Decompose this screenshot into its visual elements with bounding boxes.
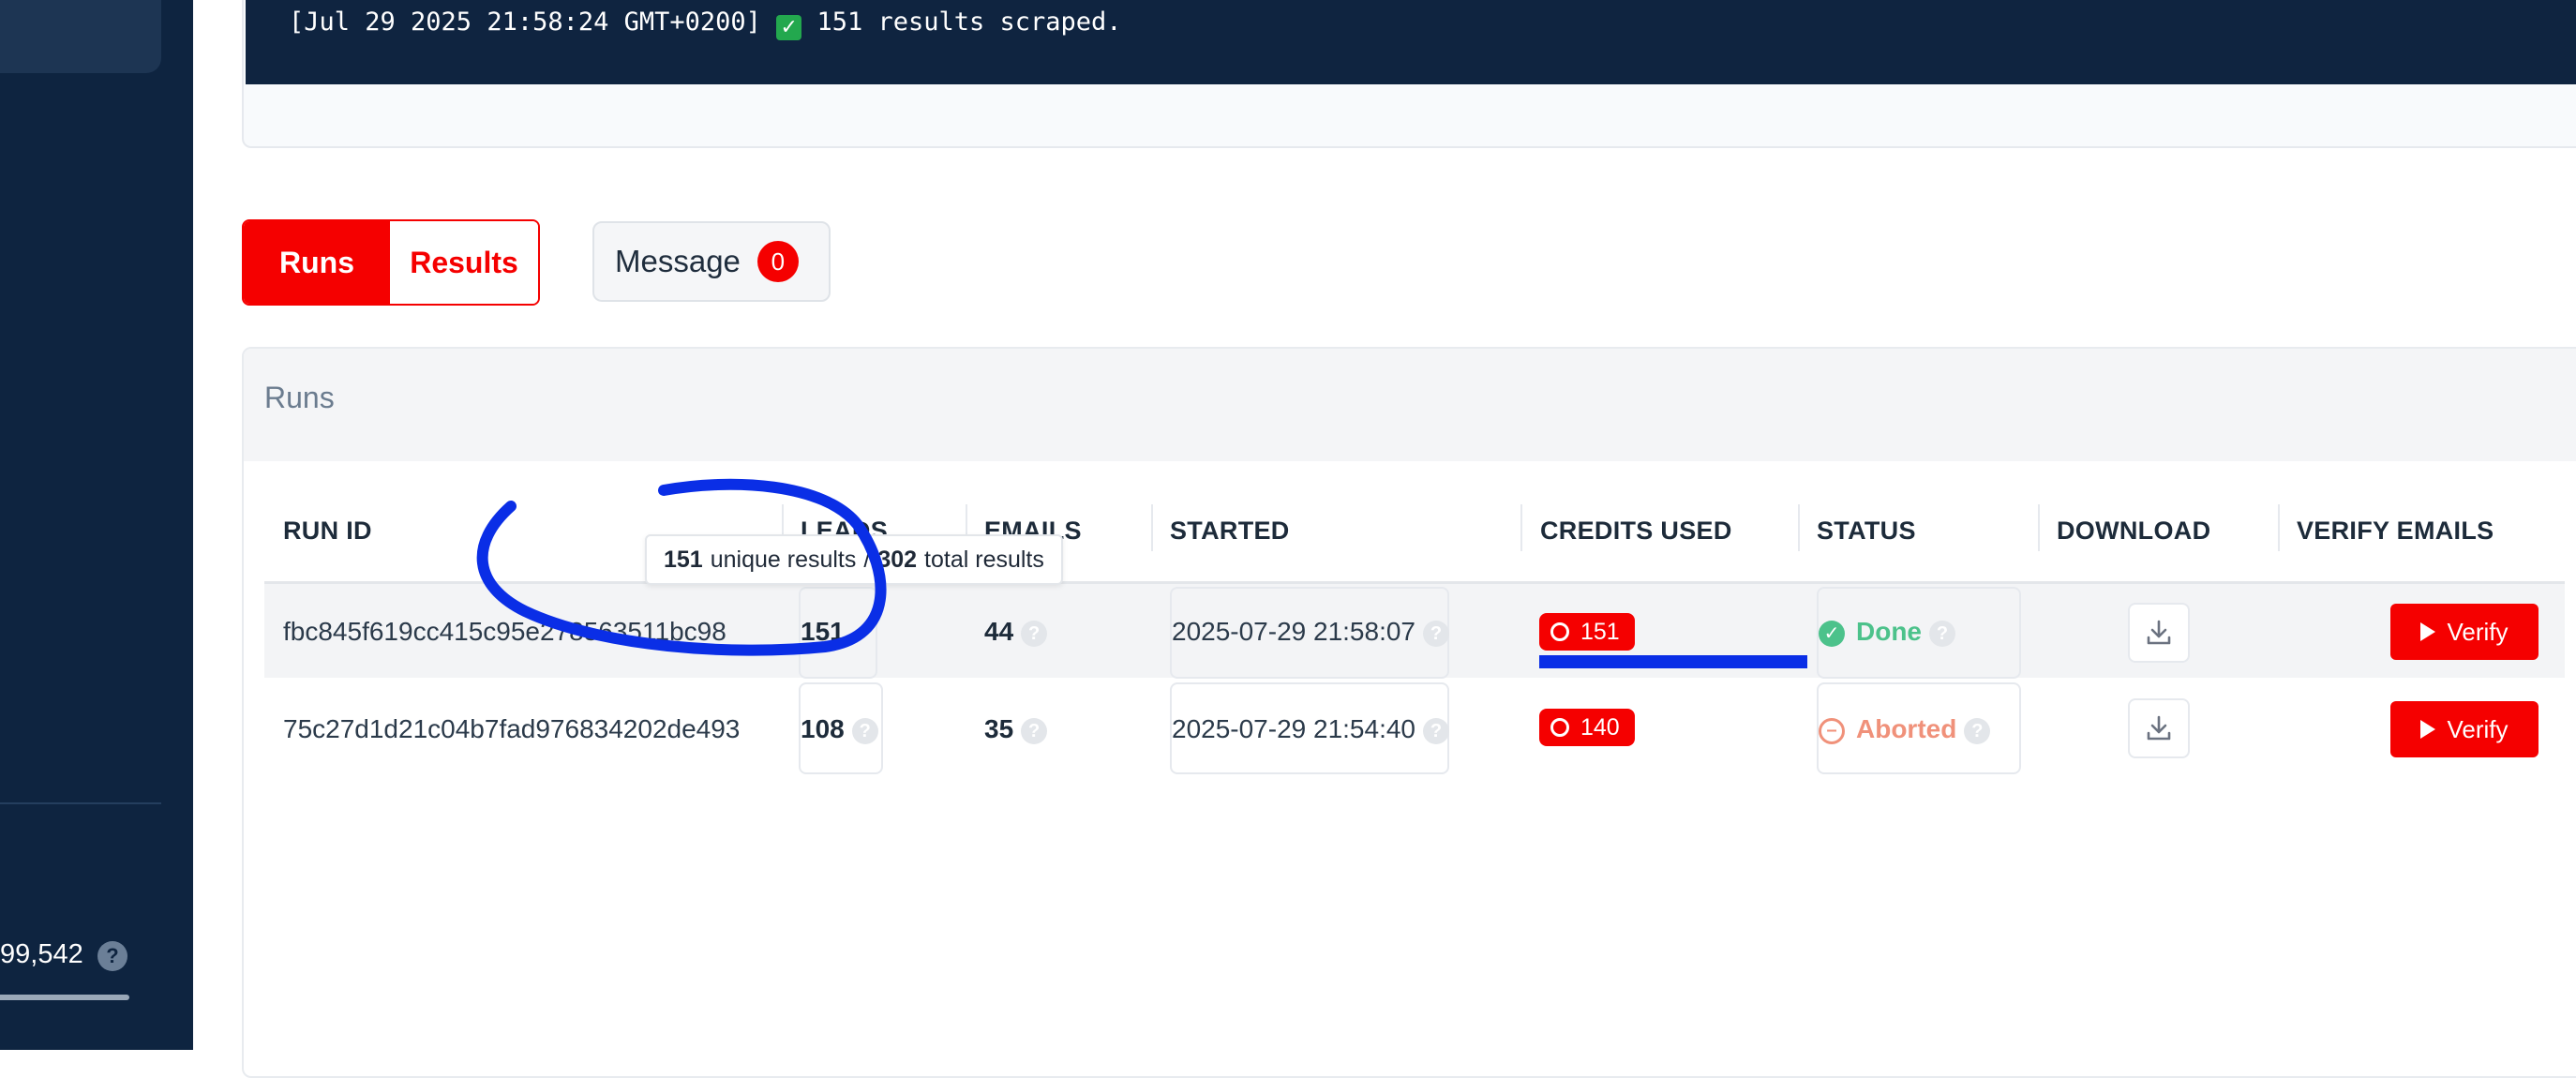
message-button[interactable]: Message 0 [592, 221, 831, 302]
verify-button[interactable]: Verify [2390, 604, 2539, 660]
column-header-status: STATUS [1817, 517, 1916, 545]
log-line: [Jul 29 2025 21:58:24 GMT+0200] ✓ 151 re… [289, 7, 1122, 40]
play-icon [2420, 720, 2436, 739]
column-header-credits-used: CREDITS USED [1540, 517, 1732, 545]
question-icon[interactable]: ? [1423, 620, 1449, 647]
tooltip-total-label: total results [924, 546, 1044, 573]
run-id-cell[interactable]: 75c27d1d21c04b7fad976834202de493 [283, 714, 740, 744]
credits-badge: 151 [1539, 613, 1635, 651]
started-value: 2025-07-29 21:54:40 [1172, 714, 1415, 743]
log-message: 151 results scraped. [816, 7, 1122, 37]
check-icon: ✓ [776, 15, 802, 40]
sidebar-stat-value: 99,542 [0, 939, 83, 969]
runs-panel-header: Runs [244, 349, 2576, 461]
runs-panel-title: Runs [264, 381, 335, 414]
status-value: Done [1856, 617, 1922, 646]
status-cell: – Aborted? [1819, 714, 1991, 744]
started-value: 2025-07-29 21:58:07 [1172, 617, 1415, 646]
question-icon[interactable]: ? [1021, 717, 1048, 744]
minus-circle-icon: – [1819, 717, 1845, 744]
download-button[interactable] [2128, 698, 2190, 758]
download-icon [2147, 715, 2171, 741]
tooltip-unique-label: unique results [710, 546, 857, 573]
verify-label: Verify [2447, 714, 2509, 743]
message-count-badge: 0 [756, 241, 799, 282]
credits-value: 151 [1580, 618, 1620, 645]
column-separator [2038, 504, 2040, 551]
leads-value: 151 [801, 617, 845, 646]
column-separator [1520, 504, 1522, 551]
emails-cell: 44? [984, 617, 1048, 647]
tooltip-total-count: 302 [877, 546, 918, 573]
play-icon [2420, 622, 2436, 641]
column-separator [2278, 504, 2280, 551]
credits-badge: 140 [1539, 709, 1635, 746]
leads-value: 108 [801, 714, 845, 743]
download-button[interactable] [2128, 603, 2190, 663]
column-separator [1798, 504, 1800, 551]
view-toggle: Runs Results [242, 219, 540, 306]
coin-icon [1550, 718, 1569, 737]
sidebar-card[interactable] [0, 0, 161, 73]
question-icon[interactable]: ? [851, 717, 878, 744]
status-value: Aborted [1856, 714, 1957, 743]
leads-cell: 108? [801, 714, 878, 744]
column-header-run-id: RUN ID [283, 517, 372, 545]
log-timestamp: [Jul 29 2025 21:58:24 GMT+0200] [289, 7, 761, 37]
emails-cell: 35? [984, 714, 1048, 744]
column-separator [1151, 504, 1153, 551]
leads-cell: 151 [801, 617, 845, 647]
column-header-started: STARTED [1170, 517, 1290, 545]
coin-icon [1550, 622, 1569, 641]
credits-value: 140 [1580, 713, 1620, 741]
question-icon[interactable]: ? [1929, 620, 1955, 647]
emails-value: 35 [984, 714, 1014, 743]
column-header-verify-emails: VERIFY EMAILS [2297, 517, 2494, 545]
verify-button[interactable]: Verify [2390, 701, 2539, 757]
run-id-cell[interactable]: fbc845f619cc415c95e278563511bc98 [283, 617, 726, 647]
sidebar-divider [0, 802, 161, 804]
tab-results[interactable]: Results [390, 221, 538, 304]
question-icon[interactable]: ? [1964, 717, 1991, 744]
check-circle-icon: ✓ [1819, 620, 1845, 647]
tooltip-separator: / [863, 546, 871, 573]
sidebar-progress-bar [0, 995, 129, 1000]
message-label: Message [615, 244, 741, 278]
started-cell: 2025-07-29 21:58:07? [1172, 617, 1449, 647]
column-header-download: DOWNLOAD [2057, 517, 2211, 545]
question-icon[interactable]: ? [97, 941, 127, 971]
download-icon [2147, 620, 2171, 645]
tooltip-unique-count: 151 [664, 546, 703, 573]
emails-value: 44 [984, 617, 1014, 646]
leads-tooltip: 151 unique results / 302 total results [645, 534, 1063, 585]
verify-label: Verify [2447, 617, 2509, 646]
question-icon[interactable]: ? [1423, 717, 1449, 744]
started-cell: 2025-07-29 21:54:40? [1172, 714, 1449, 744]
sidebar: 99,542 ? [0, 0, 193, 1050]
tab-runs[interactable]: Runs [244, 221, 390, 304]
status-cell: ✓ Done? [1819, 617, 1955, 647]
question-icon[interactable]: ? [1021, 620, 1048, 647]
